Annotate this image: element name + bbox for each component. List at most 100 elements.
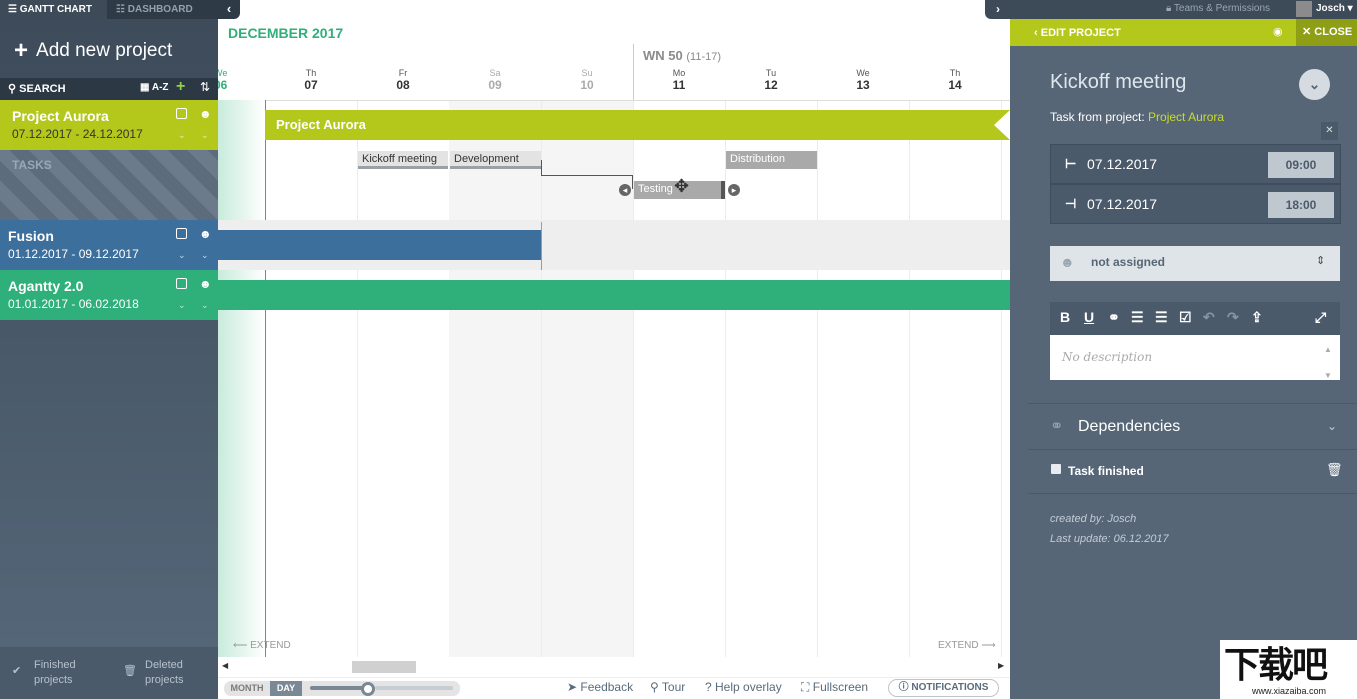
- horizontal-scrollbar[interactable]: [218, 657, 1010, 677]
- project-bar-fusion[interactable]: [218, 230, 541, 260]
- edit-project-label: EDIT PROJECT: [1040, 27, 1121, 39]
- redo-icon[interactable]: ↷: [1227, 309, 1239, 326]
- eye-icon[interactable]: ◉: [1273, 25, 1283, 38]
- chevron-down-icon[interactable]: ⌄: [1299, 69, 1330, 100]
- extend-right-button[interactable]: EXTEND ⟶: [938, 640, 996, 651]
- task-label: Development: [454, 153, 519, 165]
- expand-icon[interactable]: ⤢: [1315, 309, 1326, 326]
- person-icon[interactable]: ☻: [199, 107, 212, 121]
- project-link[interactable]: Project Aurora: [1148, 110, 1224, 124]
- help-overlay-link[interactable]: ? Help overlay: [705, 680, 782, 694]
- fullscreen-label: Fullscreen: [812, 680, 869, 694]
- ordered-list-icon[interactable]: ☰: [1131, 309, 1144, 326]
- task-finished-checkbox[interactable]: [1051, 464, 1061, 474]
- scroll-thumb[interactable]: [352, 661, 416, 673]
- fullscreen-link[interactable]: ⛶ Fullscreen: [801, 680, 868, 695]
- start-time[interactable]: 09:00: [1268, 152, 1334, 178]
- dependencies-toggle[interactable]: Dependencies: [1078, 418, 1180, 436]
- scroll-left-icon[interactable]: ◀: [222, 661, 228, 670]
- task-title[interactable]: Kickoff meeting: [1050, 71, 1186, 94]
- person-icon[interactable]: ☻: [199, 277, 212, 291]
- project-item-fusion[interactable]: Fusion 01.12.2017 - 09.12.2017 ☻ ⌄ ⌄: [0, 220, 218, 270]
- chevron-down-icon[interactable]: ⌄: [1327, 419, 1337, 433]
- end-time[interactable]: 18:00: [1268, 192, 1334, 218]
- search-button[interactable]: ⚲ SEARCH: [8, 82, 66, 95]
- partial-day-header: We06: [218, 68, 228, 92]
- week-range: (11-17): [686, 51, 722, 63]
- grid-line: [1001, 101, 1002, 657]
- chevron-down-icon[interactable]: ⌄: [178, 250, 186, 261]
- collapse-right-icon[interactable]: ›: [988, 0, 1008, 19]
- project-name: Fusion: [8, 228, 54, 244]
- add-project-label: Add new project: [36, 40, 173, 61]
- trash-icon[interactable]: 🗑: [1326, 462, 1343, 478]
- notifications-label: NOTIFICATIONS: [911, 682, 989, 693]
- bold-icon[interactable]: B: [1060, 309, 1070, 325]
- project-dates: 01.12.2017 - 09.12.2017: [8, 247, 139, 261]
- task-distribution[interactable]: Distribution: [726, 151, 817, 169]
- project-item-agantty[interactable]: Agantty 2.0 01.01.2017 - 06.02.2018 ☻ ⌄ …: [0, 270, 218, 320]
- extend-left-button[interactable]: ⟵ EXTEND: [233, 640, 291, 651]
- sort-az-button[interactable]: ▦ A-Z: [140, 82, 169, 93]
- checklist-icon[interactable]: ☑: [1179, 309, 1192, 326]
- description-placeholder: No description: [1062, 350, 1153, 364]
- chevron-down-icon[interactable]: ⌄: [201, 130, 209, 141]
- zoom-month-button[interactable]: MONTH: [224, 681, 270, 696]
- zoom-day-button[interactable]: DAY: [270, 681, 302, 696]
- sort-icon[interactable]: ⇅: [200, 80, 210, 94]
- info-icon: ⓘ: [898, 682, 912, 693]
- checkbox-icon[interactable]: [176, 228, 187, 239]
- checkbox-icon[interactable]: [176, 278, 187, 289]
- upload-icon[interactable]: ⇪: [1251, 309, 1263, 326]
- feedback-link[interactable]: ➤ Feedback: [567, 680, 633, 694]
- edit-project-back[interactable]: ‹ EDIT PROJECT: [1034, 27, 1121, 39]
- project-bar-agantty[interactable]: [218, 280, 1010, 310]
- close-button[interactable]: ✕ CLOSE: [1296, 19, 1357, 46]
- teams-permissions-link[interactable]: 🔒︎ Teams & Permissions: [1166, 3, 1270, 14]
- link-icon[interactable]: ⚭: [1108, 309, 1120, 326]
- close-icon[interactable]: ✕: [1321, 122, 1338, 140]
- close-icon: ✕: [1302, 26, 1315, 38]
- task-finished-label[interactable]: Task finished: [1068, 464, 1144, 478]
- bullet-list-icon[interactable]: ☰: [1155, 309, 1168, 326]
- dependency-right-icon[interactable]: ▸: [728, 184, 740, 196]
- tab-gantt-chart[interactable]: ☰ GANTT CHART: [0, 0, 107, 19]
- chevron-down-icon[interactable]: ⌄: [178, 300, 186, 311]
- notifications-button[interactable]: ⓘ NOTIFICATIONS: [888, 679, 999, 697]
- scroll-right-icon[interactable]: ▶: [998, 661, 1004, 670]
- dependency-left-icon[interactable]: ◂: [619, 184, 631, 196]
- add-icon[interactable]: +: [176, 78, 185, 96]
- task-development[interactable]: Development: [450, 151, 541, 169]
- close-label: CLOSE: [1314, 26, 1353, 38]
- deleted-projects-label: Deleted projects: [145, 659, 184, 686]
- avatar[interactable]: [1296, 1, 1312, 17]
- project-bar-aurora[interactable]: [265, 110, 1010, 140]
- chevron-down-icon[interactable]: ⌄: [201, 300, 209, 311]
- project-item-aurora[interactable]: Project Aurora 07.12.2017 - 24.12.2017 ☻…: [0, 100, 218, 150]
- tour-link[interactable]: ⚲ Tour: [650, 680, 685, 694]
- end-date-field[interactable]: ⊣ 07.12.2017 18:00: [1050, 184, 1341, 224]
- checkbox-icon[interactable]: [176, 108, 187, 119]
- add-project-button[interactable]: + Add new project: [14, 37, 172, 65]
- chevron-down-icon[interactable]: ⌄: [178, 130, 186, 141]
- teams-label: Teams & Permissions: [1173, 3, 1271, 14]
- underline-icon[interactable]: U: [1084, 309, 1094, 325]
- day-date: 13: [856, 78, 870, 92]
- user-menu[interactable]: Josch ▾: [1316, 3, 1353, 14]
- chevron-down-icon[interactable]: ⌄: [201, 250, 209, 261]
- day-name: Sa: [489, 68, 501, 78]
- start-date-field[interactable]: ⊢ 07.12.2017 09:00: [1050, 144, 1341, 184]
- watermark-logo: 下载吧: [1224, 645, 1328, 686]
- end-date[interactable]: 07.12.2017: [1087, 196, 1157, 212]
- undo-icon[interactable]: ↶: [1203, 309, 1215, 326]
- day-name: Su: [581, 68, 593, 78]
- start-date[interactable]: 07.12.2017: [1087, 156, 1157, 172]
- task-kickoff[interactable]: Kickoff meeting: [358, 151, 448, 169]
- zoom-knob[interactable]: [361, 682, 375, 696]
- tab-dashboard[interactable]: ☷ DASHBOARD: [108, 0, 218, 19]
- description-scrollbar[interactable]: ▲ ▼: [1324, 337, 1332, 389]
- collapse-left-icon[interactable]: ‹: [218, 0, 240, 19]
- person-icon[interactable]: ☻: [199, 227, 212, 241]
- plus-icon: +: [14, 37, 29, 64]
- tab-dashboard-label: DASHBOARD: [127, 4, 193, 15]
